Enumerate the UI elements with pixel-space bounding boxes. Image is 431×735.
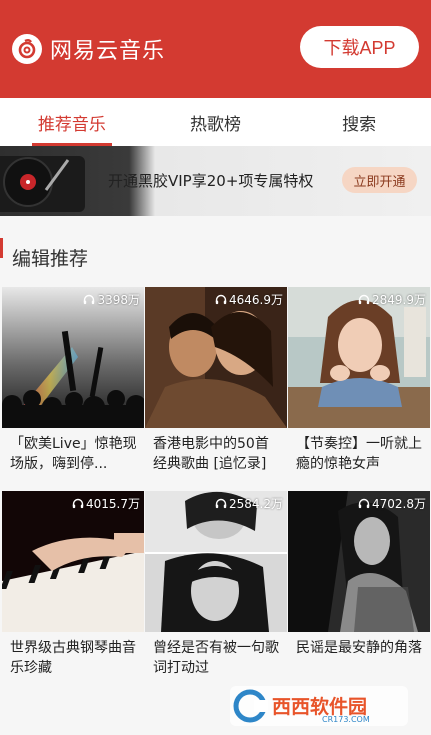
play-count: 4646.9万: [215, 291, 283, 308]
playlist-card[interactable]: 2584.2万 曾经是否有被一句歌词打动过: [145, 491, 287, 678]
playlist-card[interactable]: 4015.7万 世界级古典钢琴曲音乐珍藏: [2, 491, 144, 678]
top-header: 网易云音乐 下载APP: [0, 0, 431, 98]
tab-search[interactable]: 搜索: [287, 98, 431, 146]
playlist-title: 「欧美Live」惊艳现场版，嗨到停...: [10, 436, 137, 472]
section-title: 编辑推荐: [12, 248, 89, 270]
play-count-text: 4702.8万: [372, 497, 426, 511]
playlist-cover: 4646.9万: [145, 287, 287, 428]
play-count: 3398万: [83, 291, 140, 308]
headphones-icon: [72, 498, 84, 509]
watermark-subtext: CR173.COM: [322, 715, 370, 724]
tab-hot-songs[interactable]: 热歌榜: [144, 98, 288, 146]
site-watermark: 西西软件园 CR173.COM: [230, 686, 408, 726]
playlist-cover: 2849.9万: [288, 287, 430, 428]
playlist-card[interactable]: 4702.8万 民谣是最安静的角落: [288, 491, 430, 678]
playlist-card[interactable]: 4646.9万 香港电影中的50首经典歌曲 [追忆录]: [145, 287, 287, 474]
playlist-title: 曾经是否有被一句歌词打动过: [153, 640, 279, 676]
play-count-text: 2584.2万: [229, 497, 283, 511]
playlist-title: 世界级古典钢琴曲音乐珍藏: [10, 640, 136, 676]
headphones-icon: [83, 294, 95, 305]
headphones-icon: [215, 498, 227, 509]
tab-recommended-music[interactable]: 推荐音乐: [0, 98, 144, 146]
turntable-icon: [0, 156, 85, 212]
download-app-button[interactable]: 下载APP: [300, 26, 419, 68]
tab-bar: 推荐音乐 热歌榜 搜索: [0, 98, 431, 146]
activate-vip-button[interactable]: 立即开通: [342, 167, 417, 193]
playlist-cover: 4015.7万: [2, 491, 144, 632]
playlist-cover: 2584.2万: [145, 491, 287, 632]
playlist-card[interactable]: 3398万 「欧美Live」惊艳现场版，嗨到停...: [2, 287, 144, 474]
play-count: 2849.9万: [358, 291, 426, 308]
editor-recommend-section: 编辑推荐 3398万 「欧美Live」惊艳现场版，嗨到停... 4646.9万 …: [0, 216, 431, 735]
playlist-card[interactable]: 2849.9万 【节奏控】一听就上瘾的惊艳女声: [288, 287, 430, 474]
section-accent-bar: [0, 238, 3, 258]
vip-banner[interactable]: 开通黑胶VIP享20+项专属特权 立即开通: [0, 146, 431, 216]
playlist-cover: 4702.8万: [288, 491, 430, 632]
netease-music-logo-icon: [12, 34, 42, 64]
app-title: 网易云音乐: [50, 39, 166, 64]
play-count: 2584.2万: [215, 495, 283, 512]
play-count-text: 4015.7万: [86, 497, 140, 511]
headphones-icon: [358, 498, 370, 509]
playlist-title: 【节奏控】一听就上瘾的惊艳女声: [296, 436, 422, 472]
play-count: 4702.8万: [358, 495, 426, 512]
headphones-icon: [358, 294, 370, 305]
play-count: 4015.7万: [72, 495, 140, 512]
play-count-text: 2849.9万: [372, 293, 426, 307]
play-count-text: 3398万: [97, 293, 140, 307]
vip-banner-text: 开通黑胶VIP享20+项专属特权: [108, 172, 314, 190]
playlist-cover: 3398万: [2, 287, 144, 428]
headphones-icon: [215, 294, 227, 305]
playlist-title: 香港电影中的50首经典歌曲 [追忆录]: [153, 436, 269, 472]
app-logo[interactable]: 网易云音乐: [12, 33, 165, 65]
play-count-text: 4646.9万: [229, 293, 283, 307]
playlist-title: 民谣是最安静的角落: [296, 640, 422, 656]
